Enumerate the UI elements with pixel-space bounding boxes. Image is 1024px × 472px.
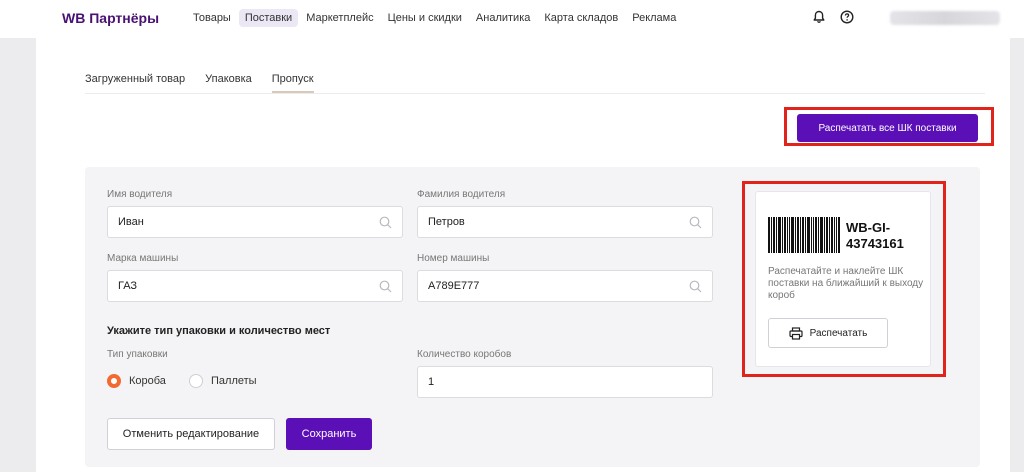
- driver-first-name-label: Имя водителя: [107, 189, 173, 200]
- car-brand-field[interactable]: ГАЗ: [107, 270, 403, 302]
- barcode-image: [768, 217, 840, 253]
- radio-unselected-icon: [189, 374, 203, 388]
- nav-item-warehouse-map[interactable]: Карта складов: [538, 9, 624, 27]
- driver-last-name-value: Петров: [428, 216, 465, 228]
- supply-code: WB-GI- 43743161: [846, 220, 926, 252]
- radio-selected-icon: [107, 374, 121, 388]
- box-count-value: 1: [428, 376, 435, 388]
- user-account-menu[interactable]: [890, 11, 1000, 25]
- print-barcode-button[interactable]: Распечатать: [768, 318, 888, 348]
- top-navigation-bar: WB Партнёры Товары Поставки Маркетплейс …: [0, 0, 1024, 38]
- packaging-type-label: Тип упаковки: [107, 349, 168, 360]
- radio-boxes[interactable]: Короба: [107, 374, 166, 388]
- driver-first-name-value: Иван: [118, 216, 144, 228]
- radio-pallets[interactable]: Паллеты: [189, 374, 257, 388]
- search-icon: [379, 280, 392, 293]
- tabs-divider: [85, 93, 985, 94]
- box-count-label: Количество коробов: [417, 349, 512, 360]
- radio-pallets-label: Паллеты: [211, 375, 257, 387]
- search-icon: [689, 280, 702, 293]
- search-icon: [689, 216, 702, 229]
- print-all-barcodes-button[interactable]: Распечатать все ШК поставки: [797, 114, 978, 142]
- nav-item-analytics[interactable]: Аналитика: [470, 9, 536, 27]
- main-nav: Товары Поставки Маркетплейс Цены и скидк…: [187, 9, 684, 27]
- car-brand-value: ГАЗ: [118, 280, 138, 292]
- nav-item-prices[interactable]: Цены и скидки: [382, 9, 468, 27]
- cancel-edit-button[interactable]: Отменить редактирование: [107, 418, 275, 450]
- driver-last-name-label: Фамилия водителя: [417, 189, 506, 200]
- car-number-field[interactable]: А789Е777: [417, 270, 713, 302]
- help-icon[interactable]: [838, 8, 856, 26]
- print-barcode-label: Распечатать: [809, 327, 868, 339]
- nav-item-goods[interactable]: Товары: [187, 9, 237, 27]
- packaging-section-title: Укажите тип упаковки и количество мест: [107, 325, 331, 337]
- page-gutter-right: [1010, 38, 1024, 472]
- car-brand-label: Марка машины: [107, 253, 179, 264]
- page-gutter-left: [0, 38, 36, 472]
- save-button[interactable]: Сохранить: [286, 418, 372, 450]
- top-icons: [810, 8, 866, 26]
- driver-last-name-field[interactable]: Петров: [417, 206, 713, 238]
- barcode-hint: Распечатайте и наклейте ШК поставки на б…: [768, 266, 924, 301]
- nav-item-supplies[interactable]: Поставки: [238, 9, 299, 27]
- radio-boxes-label: Короба: [129, 375, 166, 387]
- car-number-label: Номер машины: [417, 253, 490, 264]
- tab-pass[interactable]: Пропуск: [271, 73, 314, 93]
- tab-loaded-goods[interactable]: Загруженный товар: [85, 73, 185, 93]
- supply-code-line2: 43743161: [846, 236, 904, 251]
- car-number-value: А789Е777: [428, 280, 480, 292]
- nav-item-marketplace[interactable]: Маркетплейс: [300, 9, 379, 27]
- logo[interactable]: WB Партнёры: [62, 10, 159, 26]
- supply-tabs: Загруженный товар Упаковка Пропуск: [85, 73, 334, 93]
- bell-icon[interactable]: [810, 8, 828, 26]
- search-icon: [379, 216, 392, 229]
- printer-icon: [789, 326, 803, 340]
- nav-item-ads[interactable]: Реклама: [626, 9, 682, 27]
- supply-code-line1: WB-GI-: [846, 220, 891, 235]
- box-count-field[interactable]: 1: [417, 366, 713, 398]
- driver-first-name-field[interactable]: Иван: [107, 206, 403, 238]
- tab-packaging[interactable]: Упаковка: [205, 73, 252, 93]
